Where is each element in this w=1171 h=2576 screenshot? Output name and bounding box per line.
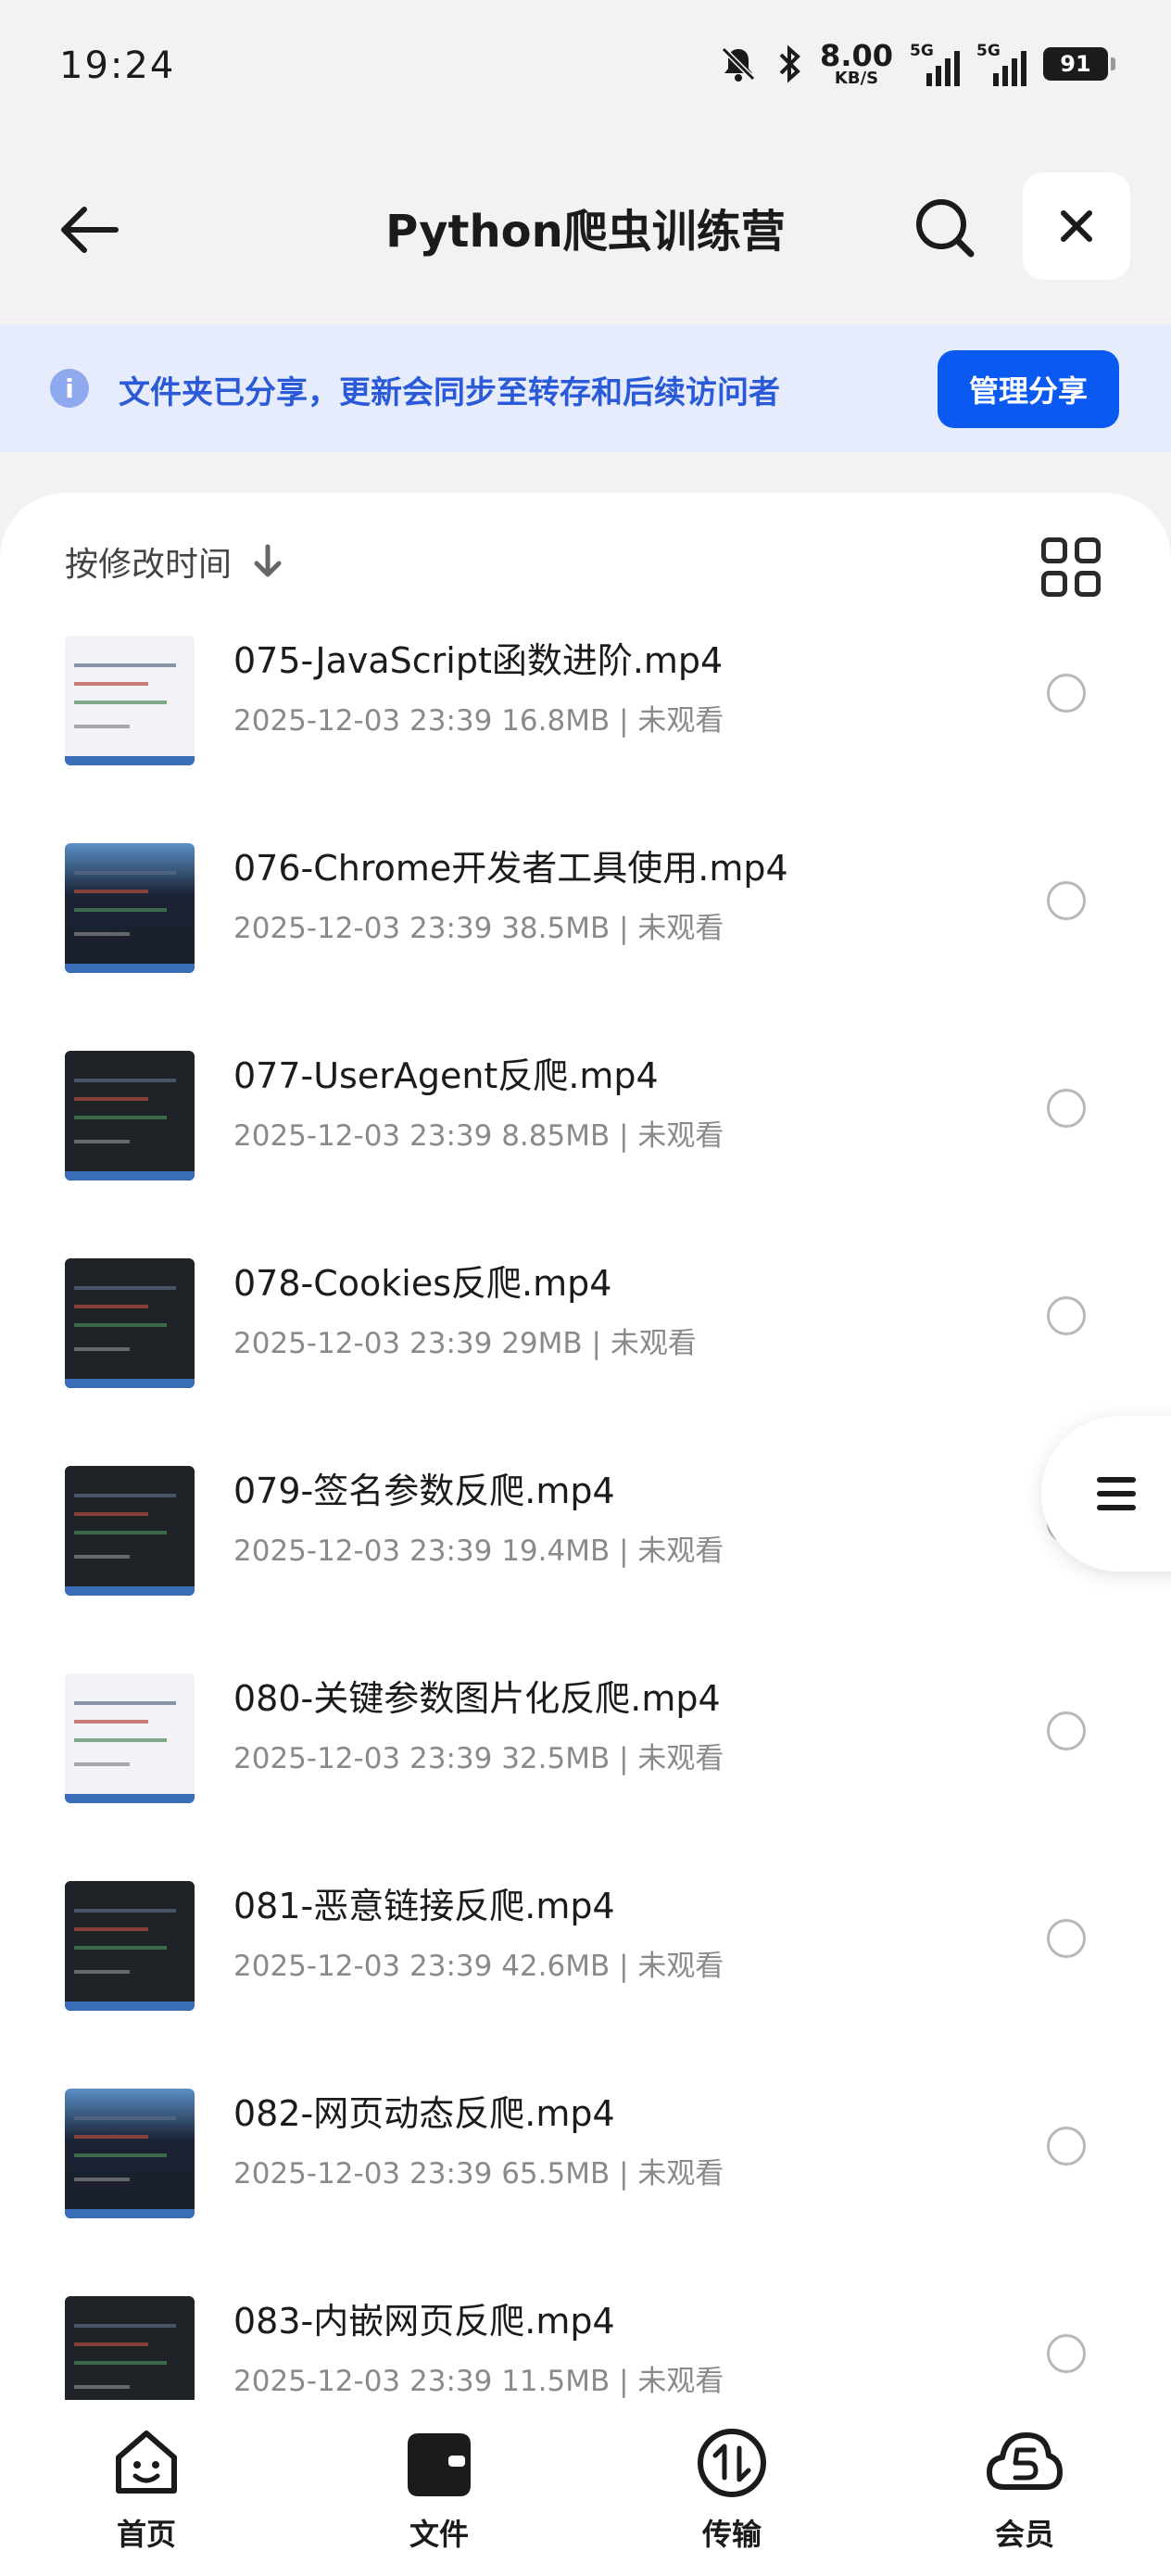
select-radio[interactable] <box>1047 1089 1086 1128</box>
video-thumbnail <box>65 1881 195 2011</box>
nav-home-label: 首页 <box>116 2517 176 2552</box>
nav-transfer-label: 传输 <box>701 2517 762 2552</box>
video-thumbnail <box>65 1466 195 1596</box>
file-name: 081-恶意链接反爬.mp4 <box>233 1886 615 1926</box>
file-row[interactable]: 079-签名参数反爬.mp4 2025-12-03 23:39 19.4MB | … <box>0 1453 1171 1661</box>
file-row[interactable]: 081-恶意链接反爬.mp4 2025-12-03 23:39 42.6MB | … <box>0 1868 1171 2076</box>
video-thumbnail <box>65 636 195 765</box>
file-meta: 2025-12-03 23:39 19.4MB | 未观看 <box>233 1534 724 1568</box>
nav-transfer[interactable]: 传输 <box>586 2400 878 2576</box>
share-message: 文件夹已分享，更新会同步至转存和后续访问者 <box>119 374 780 411</box>
file-row[interactable]: 078-Cookies反爬.mp4 2025-12-03 23:39 29MB |… <box>0 1245 1171 1453</box>
membership-cloud-icon <box>986 2424 1064 2502</box>
nav-membership-label: 会员 <box>994 2517 1054 2552</box>
page-title: Python爬虫训练营 <box>385 206 786 258</box>
bluetooth-icon <box>779 44 800 83</box>
signal-sim1-icon: 5G <box>910 42 960 86</box>
select-radio[interactable] <box>1047 1296 1086 1335</box>
transfer-icon <box>693 2424 771 2502</box>
battery-icon: 91 <box>1043 47 1115 81</box>
file-name: 076-Chrome开发者工具使用.mp4 <box>233 848 788 889</box>
close-button[interactable] <box>1023 172 1130 280</box>
select-radio[interactable] <box>1047 2127 1086 2166</box>
home-face-icon <box>107 2424 185 2502</box>
file-name: 075-JavaScript函数进阶.mp4 <box>233 640 724 681</box>
wallet-folder-icon <box>400 2424 478 2502</box>
file-name: 082-网页动态反爬.mp4 <box>233 2093 615 2134</box>
battery-level: 91 <box>1060 51 1091 77</box>
status-icons: 8.00 KB/S 5G 5G 91 <box>718 41 1115 87</box>
close-icon <box>1061 210 1092 242</box>
status-bar: 19:24 8.00 KB/S 5G 5G 91 <box>0 0 1171 139</box>
search-icon <box>916 199 975 258</box>
sort-label: 按修改时间 <box>65 546 233 584</box>
menu-lines-icon <box>1097 1477 1136 1510</box>
video-thumbnail <box>65 843 195 973</box>
manage-share-button[interactable]: 管理分享 <box>938 350 1119 428</box>
signal-sim2-icon: 5G <box>976 42 1026 86</box>
network-speed: 8.00 KB/S <box>820 41 893 87</box>
file-row[interactable]: 077-UserAgent反爬.mp4 2025-12-03 23:39 8.85… <box>0 1038 1171 1245</box>
bottom-nav: 首页 文件 传输 会员 <box>0 2400 1171 2576</box>
video-thumbnail <box>65 1258 195 1388</box>
net-speed-unit: KB/S <box>834 69 879 88</box>
select-radio[interactable] <box>1047 881 1086 920</box>
nav-home[interactable]: 首页 <box>0 2400 293 2576</box>
file-meta: 2025-12-03 23:39 29MB | 未观看 <box>233 1327 697 1360</box>
net-speed-value: 8.00 <box>820 38 893 73</box>
file-name: 083-内嵌网页反爬.mp4 <box>233 2301 615 2342</box>
file-name: 078-Cookies反爬.mp4 <box>233 1263 612 1304</box>
video-thumbnail <box>65 1051 195 1181</box>
file-list: 075-JavaScript函数进阶.mp4 2025-12-03 23:39 1… <box>0 623 1171 2420</box>
file-meta: 2025-12-03 23:39 65.5MB | 未观看 <box>233 2157 724 2191</box>
select-radio[interactable] <box>1047 1919 1086 1958</box>
video-thumbnail <box>65 1673 195 1803</box>
grid-view-icon[interactable] <box>1041 537 1101 597</box>
arrow-down-icon <box>254 544 282 577</box>
sort-selector[interactable]: 按修改时间 <box>65 537 283 586</box>
file-row[interactable]: 080-关键参数图片化反爬.mp4 2025-12-03 23:39 32.5MB… <box>0 1661 1171 1868</box>
file-row[interactable]: 076-Chrome开发者工具使用.mp4 2025-12-03 23:39 38… <box>0 830 1171 1038</box>
nav-files[interactable]: 文件 <box>293 2400 586 2576</box>
nav-files-label: 文件 <box>409 2517 469 2552</box>
file-row[interactable]: 075-JavaScript函数进阶.mp4 2025-12-03 23:39 1… <box>0 623 1171 830</box>
status-time: 19:24 <box>59 44 176 87</box>
file-name: 079-签名参数反爬.mp4 <box>233 1471 615 1511</box>
mute-bell-icon <box>721 46 756 82</box>
file-meta: 2025-12-03 23:39 32.5MB | 未观看 <box>233 1742 724 1775</box>
file-name: 077-UserAgent反爬.mp4 <box>233 1055 659 1096</box>
file-meta: 2025-12-03 23:39 42.6MB | 未观看 <box>233 1950 724 1983</box>
video-thumbnail <box>65 2089 195 2218</box>
file-row[interactable]: 082-网页动态反爬.mp4 2025-12-03 23:39 65.5MB | … <box>0 2076 1171 2283</box>
select-radio[interactable] <box>1047 674 1086 713</box>
file-meta: 2025-12-03 23:39 38.5MB | 未观看 <box>233 912 724 945</box>
info-icon: i <box>50 369 89 408</box>
file-name: 080-关键参数图片化反爬.mp4 <box>233 1678 721 1719</box>
file-meta: 2025-12-03 23:39 8.85MB | 未观看 <box>233 1119 724 1153</box>
file-meta: 2025-12-03 23:39 11.5MB | 未观看 <box>233 2365 724 2398</box>
file-list-card: 按修改时间 075-JavaScript函数进阶.mp4 2025-12-03 2… <box>0 493 1171 2420</box>
file-meta: 2025-12-03 23:39 16.8MB | 未观看 <box>233 704 724 738</box>
select-radio[interactable] <box>1047 1711 1086 1750</box>
share-banner: i 文件夹已分享，更新会同步至转存和后续访问者 管理分享 <box>0 324 1171 452</box>
nav-membership[interactable]: 会员 <box>878 2400 1171 2576</box>
search-button[interactable] <box>908 191 982 265</box>
select-radio[interactable] <box>1047 2334 1086 2373</box>
header: Python爬虫训练营 <box>0 158 1171 297</box>
